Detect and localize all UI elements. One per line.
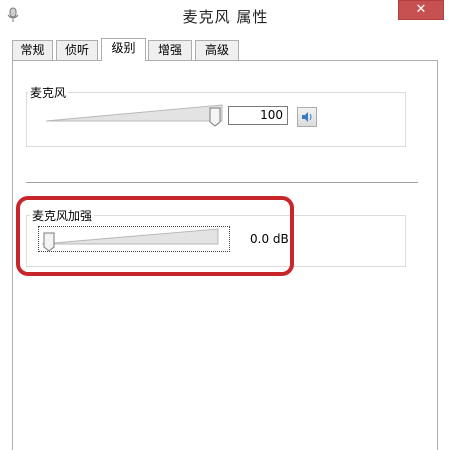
highlight-annotation — [16, 196, 294, 276]
microphone-slider-thumb[interactable] — [209, 107, 221, 127]
microphone-level-value[interactable]: 100 — [228, 106, 288, 125]
mute-toggle-button[interactable] — [297, 107, 317, 127]
title-bar: 麦克风 属性 ✕ — [0, 0, 451, 32]
close-icon: ✕ — [415, 2, 427, 17]
section-divider — [26, 182, 418, 183]
tab-general[interactable]: 常规 — [12, 40, 53, 60]
window-title: 麦克风 属性 — [182, 8, 269, 26]
tab-advanced[interactable]: 高级 — [195, 40, 239, 60]
close-button[interactable]: ✕ — [398, 0, 444, 20]
microphone-group-label: 麦克风 — [28, 84, 69, 101]
tab-listen[interactable]: 侦听 — [56, 40, 98, 60]
tab-levels[interactable]: 级别 — [101, 38, 146, 61]
tab-enhancements[interactable]: 增强 — [148, 40, 192, 60]
microphone-level-slider[interactable] — [44, 100, 224, 128]
speaker-icon — [302, 112, 312, 122]
